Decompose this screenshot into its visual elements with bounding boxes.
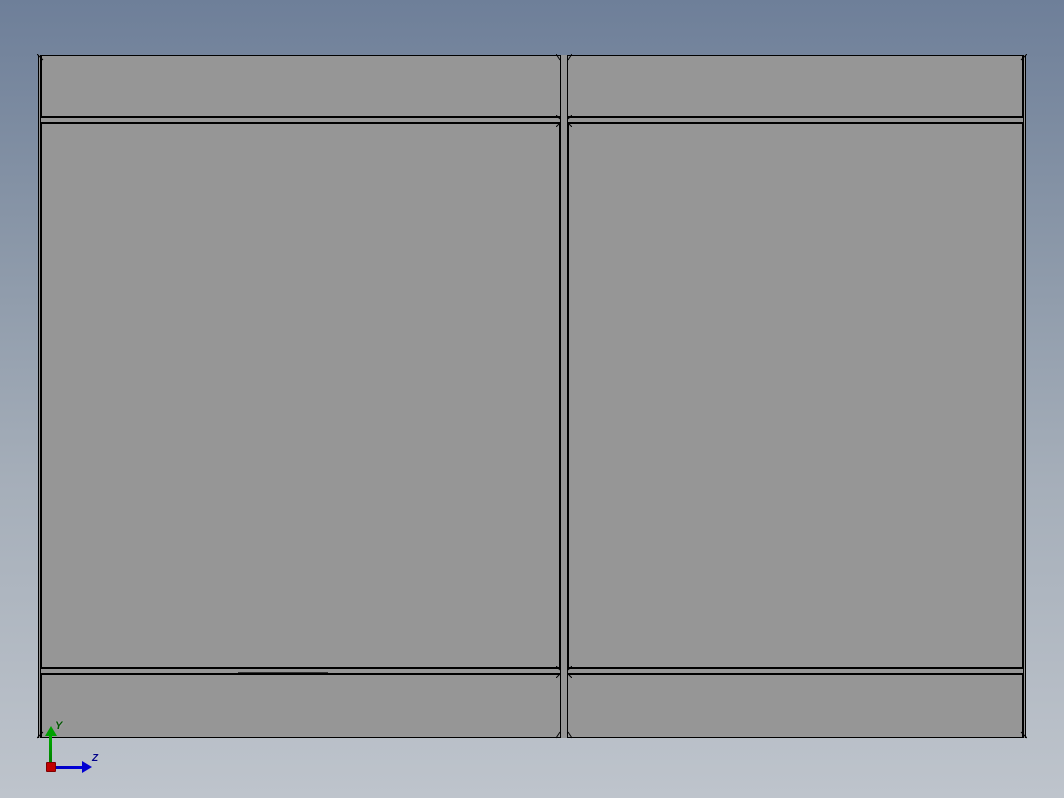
model-divider-top-mark: [556, 54, 572, 64]
model-main-right-panel: [568, 123, 1023, 668]
model-corner-tl: [37, 54, 47, 64]
model-corner-br: [1017, 730, 1027, 740]
model-bottom-panel: [41, 674, 1023, 738]
z-axis-line: [56, 766, 84, 769]
model-corner-tr: [1017, 54, 1027, 64]
model-divider-seam-mark-top: [556, 115, 572, 127]
model-right-edge: [1023, 55, 1026, 738]
cad-viewport[interactable]: Y Z: [0, 0, 1064, 798]
coordinate-axes-widget[interactable]: Y Z: [40, 718, 100, 778]
model-vertical-divider: [560, 55, 568, 738]
y-axis-line: [49, 734, 52, 762]
z-axis-label: Z: [92, 753, 98, 764]
model-divider-seam-mark-bottom: [556, 666, 572, 678]
model-bottom-partial-line: [238, 672, 328, 673]
y-axis-label: Y: [55, 720, 62, 732]
model-main-left-panel: [41, 123, 560, 668]
z-axis-arrow-icon: [82, 761, 92, 773]
cad-model[interactable]: [38, 55, 1026, 738]
model-top-panel: [41, 55, 1023, 117]
axis-origin-icon: [46, 762, 56, 772]
model-divider-bottom-mark: [556, 730, 572, 740]
